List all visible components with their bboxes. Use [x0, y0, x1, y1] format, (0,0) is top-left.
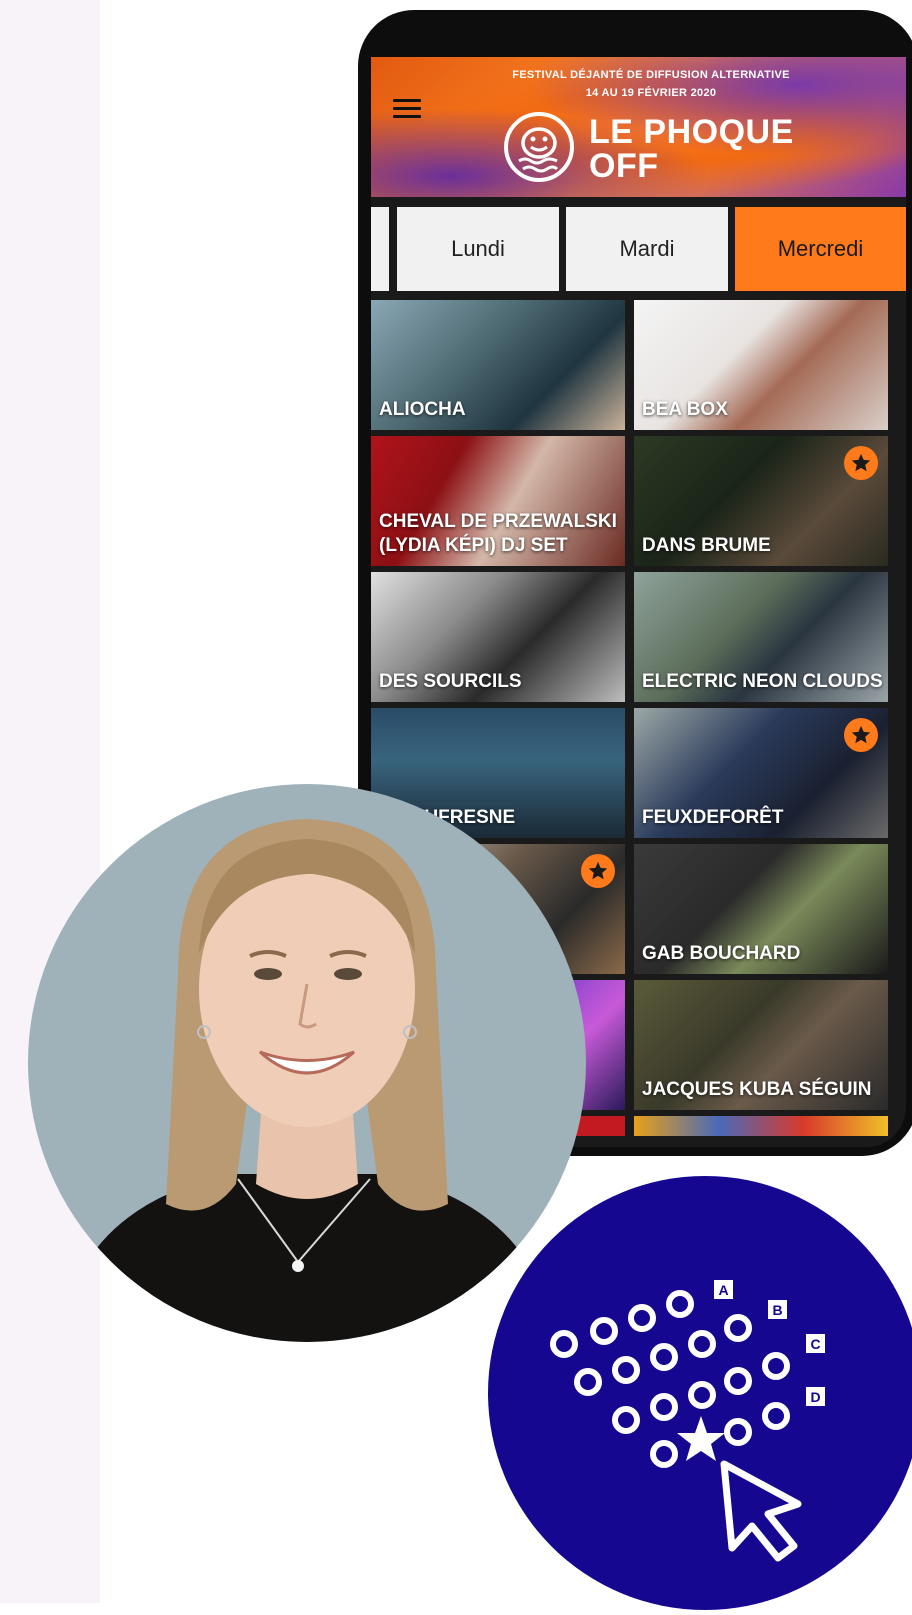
- artist-name: FEUXDEFORÊT: [642, 807, 784, 828]
- seat-label-d: D: [810, 1389, 820, 1405]
- artist-name: JACQUES KUBA SÉGUIN: [642, 1079, 872, 1100]
- artist-name: CHEVAL DE PRZEWALSKI (LYDIA KÉPI) DJ SET: [379, 511, 617, 556]
- seat-label-c: C: [810, 1336, 820, 1352]
- artist-tile-feuxdeforet[interactable]: FEUXDEFORÊT: [634, 708, 888, 838]
- seat-map-icon: A B C D: [550, 1280, 825, 1562]
- tab-previous[interactable]: [371, 207, 389, 291]
- seal-logo-icon: [504, 112, 574, 182]
- artist-tile-aliocha[interactable]: ALIOCHA: [371, 300, 625, 430]
- cursor-icon: [720, 1460, 802, 1562]
- day-tabs: Lundi Mardi Mercredi: [371, 207, 906, 297]
- artist-tile-partial-2: [634, 1116, 888, 1136]
- seat-label-b: B: [772, 1302, 782, 1318]
- star-seat-icon: [677, 1416, 725, 1461]
- seat-label-a: A: [718, 1282, 728, 1298]
- favorite-star-icon[interactable]: [844, 446, 878, 480]
- artist-name: GAB BOUCHARD: [642, 943, 801, 964]
- sidebar-strip: [0, 0, 100, 1603]
- banner-tagline: FESTIVAL DÉJANTÉ DE DIFFUSION ALTERNATIV…: [512, 69, 790, 81]
- seat-selection-badge: A B C D: [488, 1176, 912, 1610]
- menu-icon[interactable]: [393, 99, 421, 119]
- artist-name: DES SOURCILS: [379, 671, 522, 692]
- artist-tile-electric-neon-clouds[interactable]: ELECTRIC NEON CLOUDS: [634, 572, 888, 702]
- artist-tile-dans-brume[interactable]: DANS BRUME: [634, 436, 888, 566]
- logo-title-line1: LE PHOQUE: [589, 113, 794, 151]
- festival-banner: FESTIVAL DÉJANTÉ DE DIFFUSION ALTERNATIV…: [371, 57, 906, 197]
- seat-icon: [550, 1290, 790, 1468]
- artist-tile-des-sourcils[interactable]: DES SOURCILS: [371, 572, 625, 702]
- artist-tile-gab-bouchard[interactable]: GAB BOUCHARD: [634, 844, 888, 974]
- artist-tile-jacques-kuba-seguin[interactable]: JACQUES KUBA SÉGUIN: [634, 980, 888, 1110]
- banner-dates: 14 AU 19 FÉVRIER 2020: [585, 87, 717, 99]
- logo-title-line2: OFF: [589, 147, 659, 185]
- artist-tile-bea-box[interactable]: BEA BOX: [634, 300, 888, 430]
- favorite-star-icon[interactable]: [844, 718, 878, 752]
- tab-lundi[interactable]: Lundi: [397, 207, 559, 291]
- favorite-star-icon[interactable]: [581, 854, 615, 888]
- tab-mardi[interactable]: Mardi: [566, 207, 728, 291]
- artist-name: ALIOCHA: [379, 399, 466, 420]
- artist-name: BEA BOX: [642, 399, 728, 420]
- artist-tile-cheval-de-przewalski[interactable]: CHEVAL DE PRZEWALSKI (LYDIA KÉPI) DJ SET: [371, 436, 625, 566]
- artist-name: ELECTRIC NEON CLOUDS: [642, 671, 883, 692]
- artist-name: DANS BRUME: [642, 535, 771, 556]
- tab-mercredi[interactable]: Mercredi: [735, 207, 906, 291]
